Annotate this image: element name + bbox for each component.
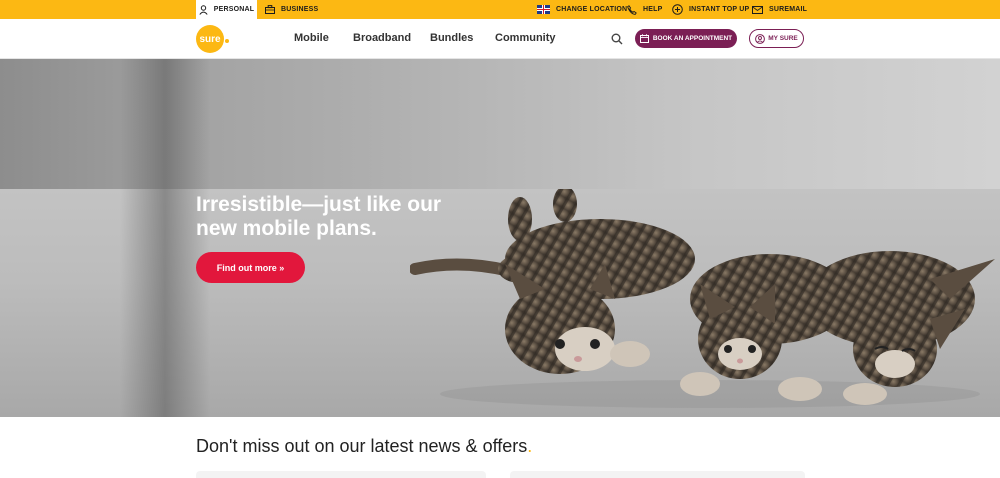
search-icon [611,33,623,45]
sure-logo[interactable]: sure [196,25,224,53]
find-out-more-button[interactable]: Find out more » [196,252,305,283]
nav-item-bundles[interactable]: Bundles [430,32,473,44]
business-label: BUSINESS [281,6,319,13]
hero-banner: Irresistible—just like our new mobile pl… [0,59,1000,417]
flag-icon [537,5,550,14]
personal-tab[interactable]: PERSONAL [196,0,257,19]
account-icon [755,33,766,44]
phone-icon [627,4,637,15]
news-title-text: Don't miss out on our latest news & offe… [196,436,528,456]
news-section-title: Don't miss out on our latest news & offe… [196,436,532,457]
nav-item-broadband[interactable]: Broadband [353,32,411,44]
briefcase-icon [265,5,275,14]
calendar-icon [639,34,649,43]
suremail-link[interactable]: SUREMAIL [752,0,807,19]
personal-label: PERSONAL [213,6,255,13]
my-sure-button[interactable]: MY SURE [749,29,804,48]
my-sure-label: MY SURE [768,35,798,42]
mail-icon [752,5,763,14]
help-link[interactable]: HELP [627,0,662,19]
book-appointment-label: BOOK AN APPOINTMENT [652,35,733,42]
nav-item-mobile[interactable]: Mobile [294,32,329,44]
change-location-link[interactable]: CHANGE LOCATION [537,0,627,19]
plus-circle-icon [672,4,683,15]
help-label: HELP [643,6,663,13]
instant-top-up-link[interactable]: INSTANT TOP UP [672,0,749,19]
hero-title: Irresistible—just like our new mobile pl… [196,193,442,240]
logo-text: sure [199,33,221,45]
main-nav: sure Mobile Broadband Bundles Community … [0,19,1000,59]
nav-item-community[interactable]: Community [495,32,556,44]
change-location-label: CHANGE LOCATION [556,6,628,13]
top-utility-bar: PERSONAL BUSINESS CHANGE LOCATION HELP I… [0,0,1000,19]
news-card[interactable] [196,471,486,478]
news-title-dot: . [527,436,533,456]
book-appointment-button[interactable]: BOOK AN APPOINTMENT [635,29,737,48]
user-icon [199,4,208,15]
business-tab[interactable]: BUSINESS [265,0,318,19]
logo-dot [225,39,229,43]
suremail-label: SUREMAIL [769,6,808,13]
news-card[interactable] [510,471,805,478]
instant-top-up-label: INSTANT TOP UP [689,6,750,13]
kittens-image [410,189,995,408]
search-button[interactable] [611,32,623,50]
